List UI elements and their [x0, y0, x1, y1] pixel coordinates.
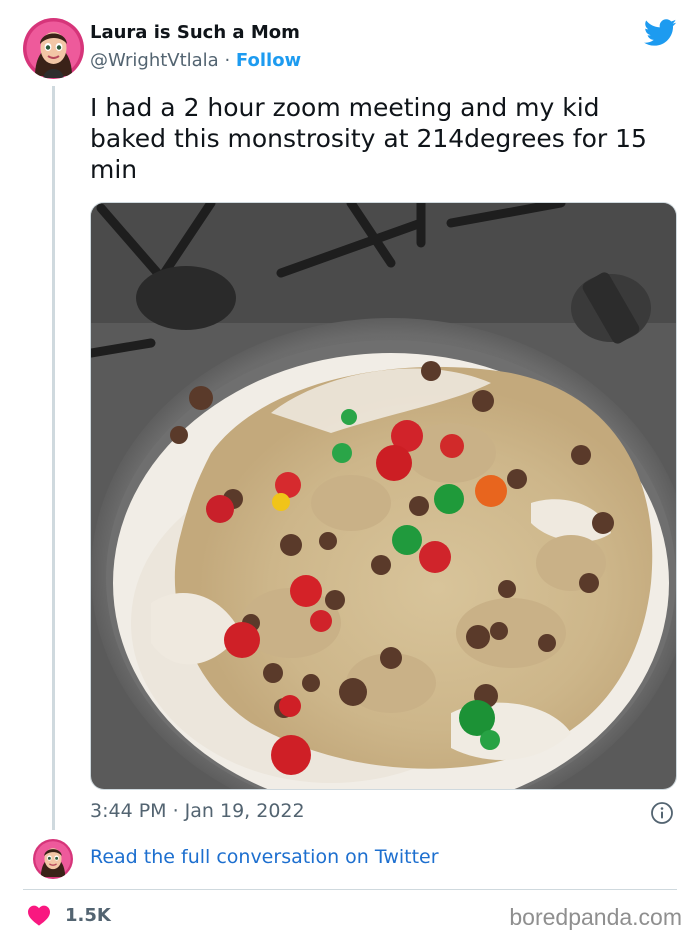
- baked-dough-photo-image: [91, 203, 676, 789]
- avatar-cartoon-image: [23, 18, 84, 79]
- thread-connector-line: [52, 86, 55, 830]
- author-handle[interactable]: @WrightVtlala: [90, 50, 219, 71]
- boredpanda-watermark: boredpanda.com: [509, 904, 682, 930]
- tweet-timestamp[interactable]: 3:44 PM · Jan 19, 2022: [90, 800, 305, 822]
- like-button[interactable]: 1.5K: [27, 903, 111, 927]
- twitter-bird-icon[interactable]: [644, 18, 677, 48]
- tweet-photo[interactable]: [90, 202, 677, 790]
- follow-button[interactable]: Follow: [236, 50, 301, 71]
- handle-separator: ·: [224, 50, 231, 71]
- author-avatar-small[interactable]: [33, 839, 73, 879]
- heart-icon: [28, 905, 50, 926]
- divider: [23, 889, 677, 890]
- read-full-conversation-link[interactable]: Read the full conversation on Twitter: [90, 846, 439, 868]
- avatar-cartoon-image: [33, 839, 73, 879]
- info-icon[interactable]: [650, 801, 674, 825]
- tweet-text: I had a 2 hour zoom meeting and my kid b…: [90, 93, 647, 184]
- like-count: 1.5K: [65, 904, 111, 926]
- author-handle-row: @WrightVtlala · Follow: [90, 50, 301, 71]
- author-avatar[interactable]: [23, 18, 84, 79]
- author-display-name[interactable]: Laura is Such a Mom: [90, 22, 300, 43]
